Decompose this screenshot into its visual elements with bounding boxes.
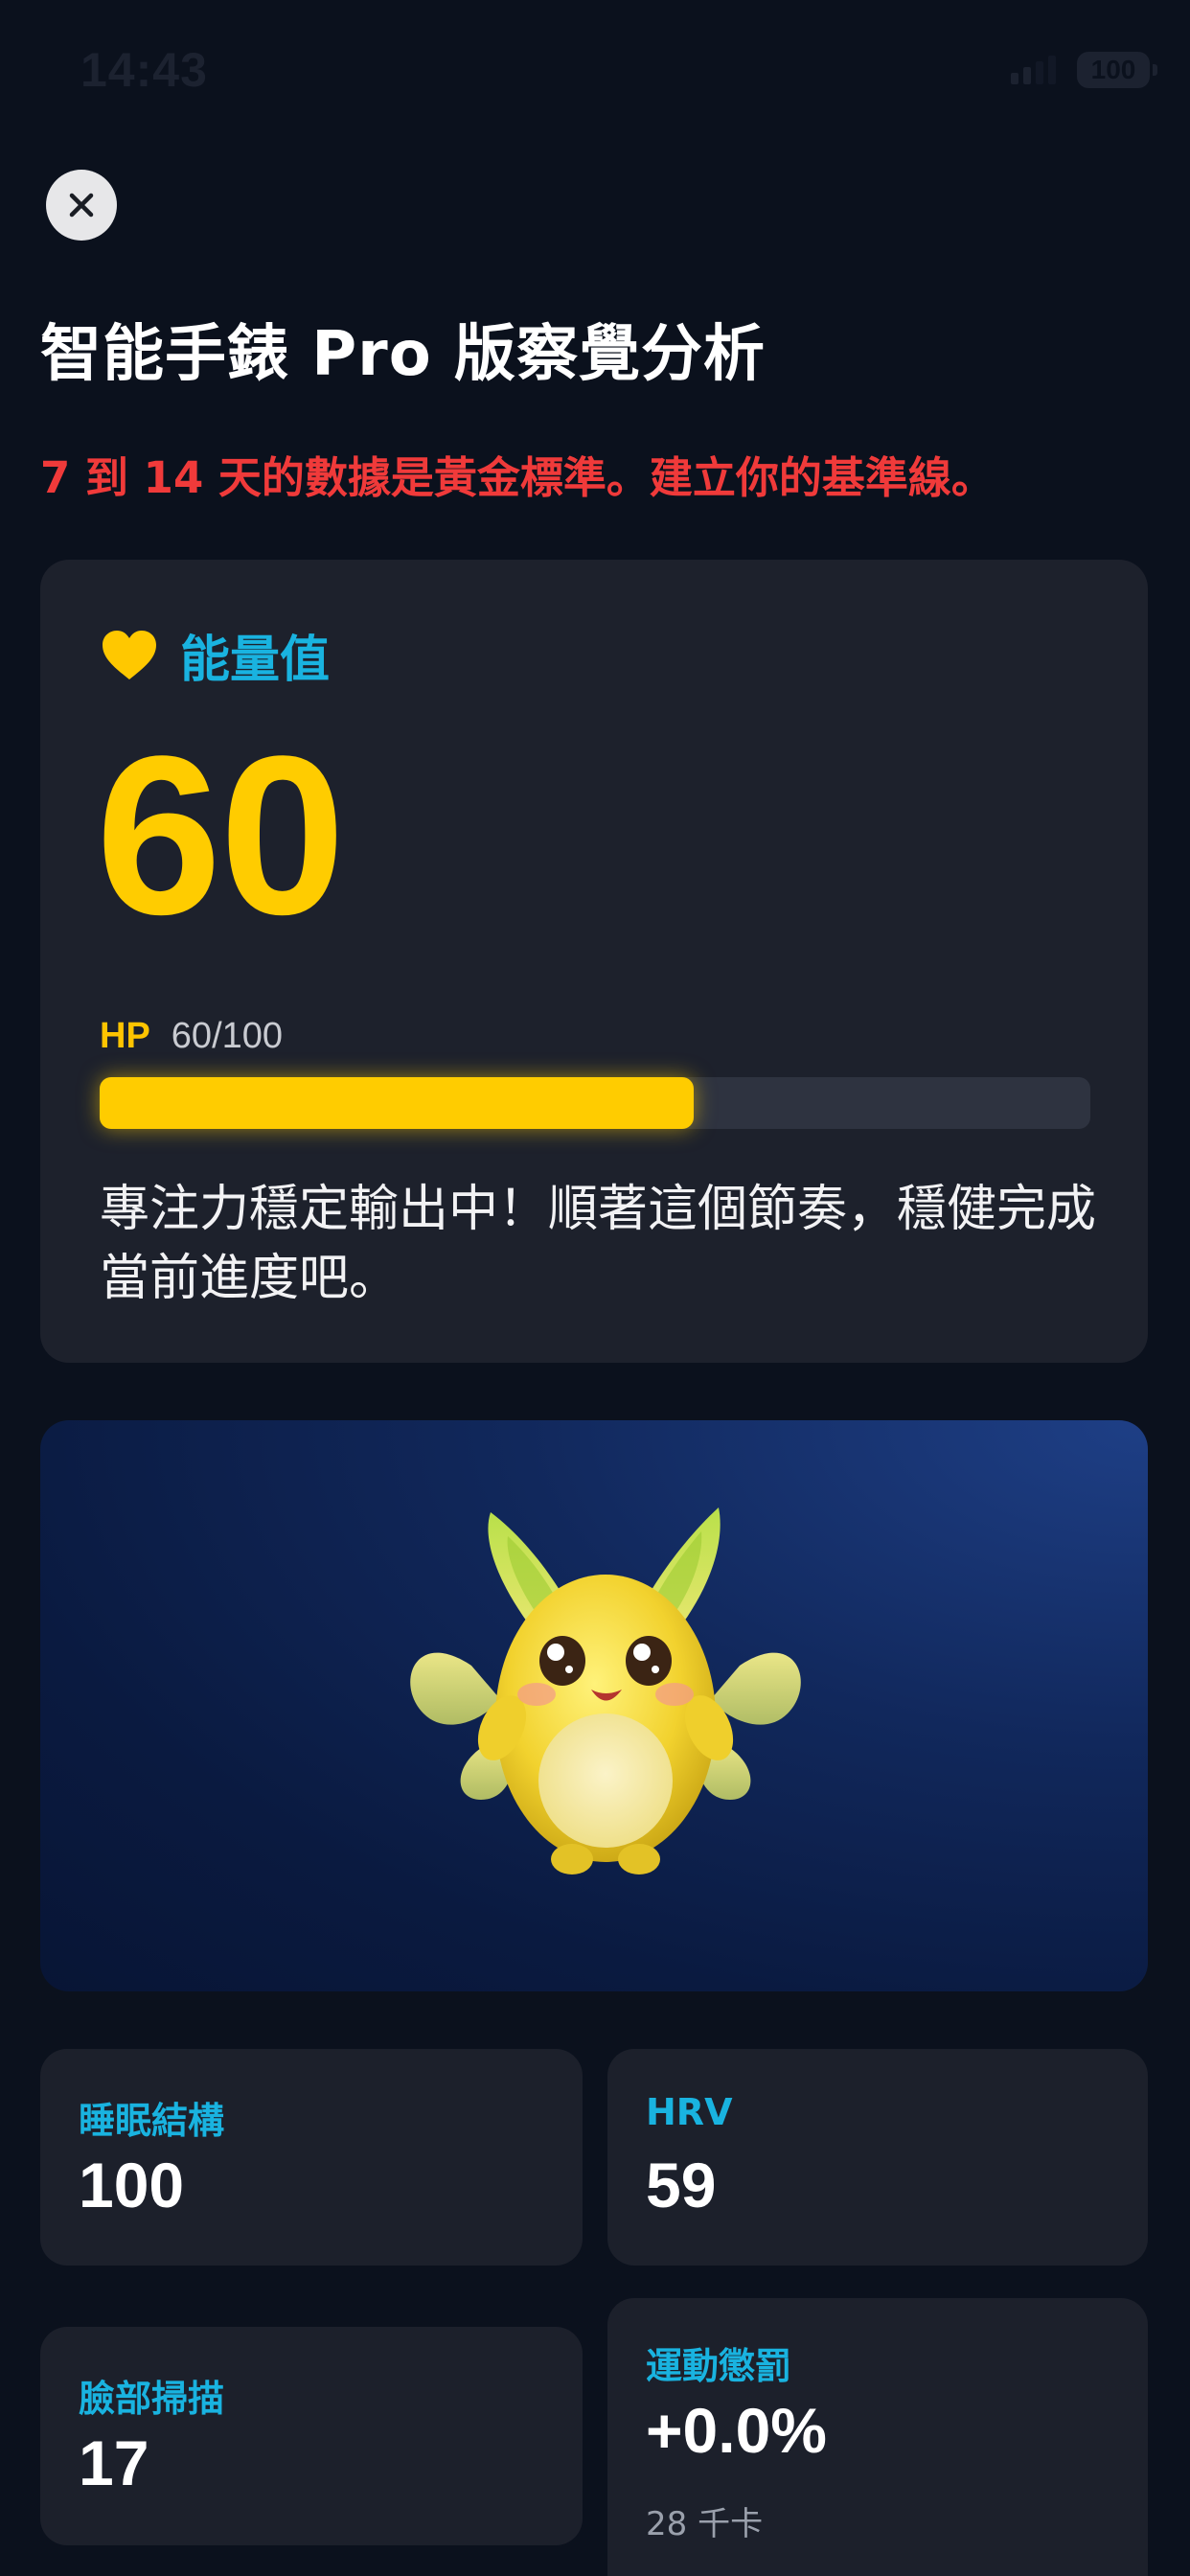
stat-value: +0.0%	[646, 2395, 827, 2466]
stat-card-hrv[interactable]: HRV 59	[607, 2049, 1148, 2266]
status-time: 14:43	[80, 43, 208, 97]
stat-card-face-scan[interactable]: 臉部掃描 17	[40, 2327, 583, 2545]
stat-label: HRV	[646, 2091, 733, 2133]
energy-card: 能量值 60 HP 60/100 專注力穩定輸出中！順著這個節奏，穩健完成當前進…	[40, 560, 1148, 1363]
energy-message: 專注力穩定輸出中！順著這個節奏，穩健完成當前進度吧。	[100, 1181, 1097, 1307]
cellular-signal-icon	[1011, 56, 1056, 84]
mascot-panel	[40, 1420, 1148, 1991]
hp-progress-bar	[100, 1077, 1090, 1129]
status-indicators: 100	[1011, 52, 1157, 88]
stat-label: 睡眠結構	[79, 2100, 225, 2142]
stat-card-exercise-penalty[interactable]: 運動懲罰 +0.0% 28 千卡	[607, 2298, 1148, 2576]
stat-value: 17	[79, 2427, 149, 2498]
energy-value: 60	[96, 709, 346, 962]
baseline-warning: 7 到 14 天的數據是黃金標準。建立你的基準線。	[40, 452, 995, 503]
page-title: 智能手錶 Pro 版察覺分析	[40, 319, 766, 390]
hp-row: HP 60/100	[100, 1016, 283, 1057]
stat-value: 59	[646, 2150, 717, 2220]
close-button[interactable]	[46, 170, 117, 241]
energy-header: 能量值	[102, 619, 330, 691]
battery-icon: 100	[1077, 52, 1157, 88]
fairy-creature-illustration	[410, 1507, 801, 1874]
stat-subtext: 28 千卡	[646, 2505, 764, 2543]
stat-label: 臉部掃描	[79, 2378, 225, 2420]
stat-card-sleep[interactable]: 睡眠結構 100	[40, 2049, 583, 2266]
hp-text: 60/100	[171, 1016, 284, 1056]
energy-label: 能量值	[180, 632, 331, 689]
insight-screen: 14:43 100 智能手錶 Pro 版察覺分析 7 到 14 天的數據是黃金標…	[0, 0, 1190, 2576]
stat-value: 100	[79, 2150, 185, 2220]
heart-icon	[103, 630, 156, 679]
hp-progress-fill	[100, 1077, 695, 1129]
status-bar: 14:43 100	[0, 0, 1190, 144]
stat-label: 運動懲罰	[646, 2345, 792, 2387]
close-icon	[69, 193, 94, 218]
hp-label: HP	[100, 1016, 150, 1056]
